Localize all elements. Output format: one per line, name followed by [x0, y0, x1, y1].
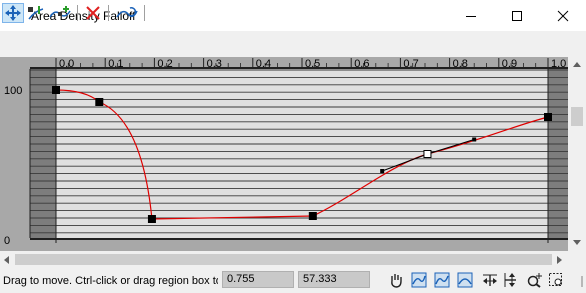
- delete-x-icon: [86, 6, 100, 20]
- toolbar-separator: [144, 5, 145, 21]
- toolbar-separator: [108, 5, 109, 21]
- curve-point[interactable]: [147, 215, 156, 223]
- reset-curve-icon: [116, 7, 138, 18]
- tangent-handle: [380, 169, 385, 173]
- close-icon: [557, 10, 569, 21]
- pan-button[interactable]: [386, 270, 406, 290]
- zoom-button[interactable]: [525, 270, 545, 290]
- x-tick-label: 0.7: [403, 58, 418, 70]
- delete-point-button[interactable]: [82, 3, 104, 23]
- grip-icon: [581, 276, 583, 287]
- scale-point-icon: [28, 6, 44, 20]
- maximize-button[interactable]: [494, 0, 540, 31]
- curve-point[interactable]: [95, 98, 104, 106]
- pan-hand-icon: [391, 274, 402, 288]
- zoom-extents-button[interactable]: [409, 270, 429, 290]
- curve-point[interactable]: [544, 113, 552, 121]
- x-tick-label: 0.8: [453, 58, 468, 70]
- zoom-magnifier-icon: [527, 273, 542, 288]
- scroll-down-icon[interactable]: [572, 239, 582, 247]
- zoom-horizontal-button[interactable]: [480, 270, 500, 290]
- minimize-button[interactable]: [448, 0, 494, 31]
- scroll-right-icon[interactable]: [556, 255, 564, 265]
- x-value-field[interactable]: 0.755: [222, 271, 294, 288]
- scroll-up-icon[interactable]: [572, 61, 582, 69]
- scroll-corner: [568, 251, 586, 268]
- zoom-value-extents-button[interactable]: [455, 270, 475, 290]
- toolbar-separator: [77, 5, 78, 21]
- zoom-horizontal-extents-button[interactable]: [432, 270, 452, 290]
- status-message: Drag to move. Ctrl-click or drag region …: [3, 275, 218, 287]
- status-overflow-handle: [566, 270, 586, 290]
- curve-point-selected[interactable]: [423, 150, 432, 159]
- minimize-icon: [466, 15, 476, 17]
- x-tick-label: 0.2: [157, 58, 172, 70]
- move-arrows-icon: [5, 5, 21, 21]
- zoom-extents-icon: [411, 272, 427, 288]
- reset-curve-button[interactable]: [116, 3, 138, 23]
- curve-graph[interactable]: 0.0 0.1 0.2 0.3 0.4 0.5 0.6 0.7 0.8 0.9 1.0 100 0: [0, 57, 586, 251]
- vertical-scrollbar[interactable]: [568, 57, 586, 251]
- y-value-field[interactable]: 57.333: [298, 271, 370, 288]
- x-tick-label: 0.9: [502, 58, 517, 70]
- move-tool-button[interactable]: [2, 3, 24, 23]
- insert-point-icon: [49, 6, 71, 18]
- close-button[interactable]: [540, 0, 586, 31]
- x-tick-label: 1.0: [551, 58, 566, 70]
- zoom-vertical-icon: [504, 273, 516, 287]
- x-tick-label: 0.5: [305, 58, 320, 70]
- zoom-region-icon: [549, 273, 562, 286]
- zoom-vertical-button[interactable]: [500, 270, 520, 290]
- scroll-left-icon[interactable]: [3, 255, 11, 265]
- y-label-top: 100: [4, 85, 22, 97]
- horizontal-scroll-thumb[interactable]: [15, 254, 552, 265]
- curve-graph-canvas[interactable]: 0.0 0.1 0.2 0.3 0.4 0.5 0.6 0.7 0.8 0.9 1.0 100 0: [0, 57, 568, 251]
- zoom-horizontal-extents-icon: [434, 272, 450, 288]
- tangent-handle: [472, 137, 477, 142]
- maximize-icon: [512, 10, 522, 21]
- zoom-horizontal-icon: [483, 274, 497, 286]
- zoom-value-extents-icon: [457, 272, 473, 288]
- scale-point-button[interactable]: [25, 3, 47, 23]
- toolbar: [0, 31, 586, 57]
- x-tick-label: 0.1: [108, 58, 123, 70]
- curve-point[interactable]: [308, 212, 317, 220]
- x-tick-label: 0.4: [256, 58, 271, 70]
- x-tick-label: 0.3: [207, 58, 222, 70]
- vertical-scroll-thumb[interactable]: [571, 107, 583, 126]
- y-label-bottom: 0: [4, 235, 10, 247]
- x-tick-label: 0.0: [59, 58, 74, 70]
- insert-point-button[interactable]: [49, 3, 71, 23]
- x-tick-label: 0.6: [354, 58, 369, 70]
- zoom-region-button[interactable]: [546, 270, 566, 290]
- curve-point[interactable]: [52, 86, 60, 94]
